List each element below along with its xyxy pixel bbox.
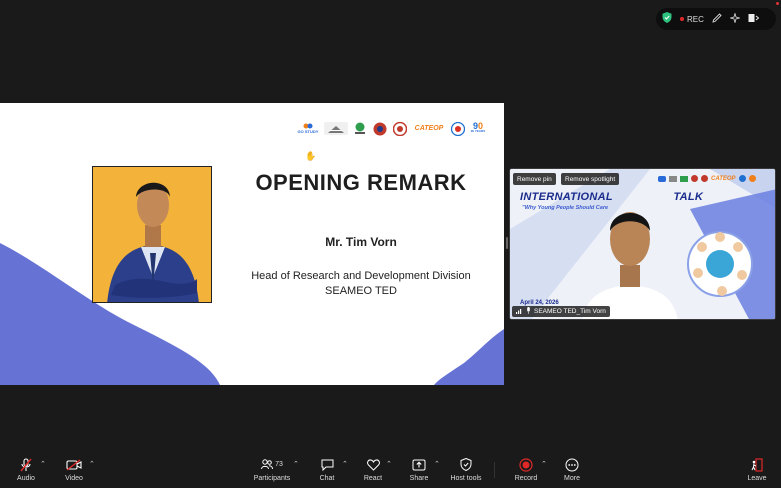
speaker-organization: SEAMEO TED xyxy=(325,285,397,297)
chat-button[interactable]: Chat xyxy=(307,457,347,482)
heart-icon xyxy=(364,457,382,472)
recording-dot-icon xyxy=(680,17,684,21)
share-label: Share xyxy=(409,475,429,482)
banner-logo-icon xyxy=(658,175,666,182)
participants-count: 73 xyxy=(275,461,283,468)
camera-off-icon xyxy=(65,457,83,472)
split-view-resize-handle[interactable] xyxy=(506,237,508,249)
ai-companion-sparkle-icon[interactable] xyxy=(728,10,741,28)
microphone-muted-icon xyxy=(17,457,35,472)
unesco-logo xyxy=(324,122,348,135)
participants-options-chevron-icon[interactable]: ⌃ xyxy=(293,460,299,468)
audio-options-chevron-icon[interactable]: ⌃ xyxy=(40,460,46,468)
participant-video-tile[interactable]: INTERNATIONAL TALK "Why Young People Sho… xyxy=(509,168,776,320)
remove-pin-button[interactable]: Remove pin xyxy=(513,173,556,185)
speaker-role: Head of Research and Development Divisio… xyxy=(236,269,486,299)
partner-logo-blue xyxy=(450,121,466,136)
security-shield-icon[interactable] xyxy=(662,10,672,28)
partner-logos: GO STUDY CATEOP 90 90 YEARS xyxy=(296,120,486,136)
cateop-logo: CATEOP xyxy=(414,125,444,132)
chat-bubble-icon xyxy=(318,457,336,472)
participants-icon: 73 xyxy=(256,457,288,472)
leave-button[interactable]: Leave xyxy=(737,457,777,482)
chat-options-chevron-icon[interactable]: ⌃ xyxy=(342,460,348,468)
annotate-pencil-icon[interactable] xyxy=(712,10,722,28)
banner-logo-icon xyxy=(669,175,677,182)
share-button[interactable]: Share xyxy=(399,457,439,482)
recording-indicator[interactable]: REC xyxy=(680,15,704,24)
slide-decoration-corner xyxy=(434,329,504,385)
slide-title: OPENING REMARK xyxy=(255,170,467,195)
partner-logo-red xyxy=(392,121,408,136)
banner-cateop-logo: CATEOP xyxy=(711,175,736,182)
meeting-window: REC GO STUDY CATEOP 90 90 YEARS ✋ OPENIN… xyxy=(0,0,781,488)
partner-logo-gear xyxy=(372,122,388,135)
participant-name-tag: SEAMEO TED_Tim Vorn xyxy=(512,306,610,317)
remove-spotlight-button[interactable]: Remove spotlight xyxy=(561,173,620,185)
video-options-chevron-icon[interactable]: ⌃ xyxy=(89,460,95,468)
banner-subtitle: "Why Young People Should Care xyxy=(522,205,609,211)
banner-logo-icon xyxy=(748,175,756,182)
banner-title-left: INTERNATIONAL xyxy=(520,191,613,203)
meeting-toolbar: Audio ⌃ Video ⌃ 73 Participants ⌃ Chat ⌃… xyxy=(0,452,781,488)
host-tools-button[interactable]: Host tools xyxy=(446,457,486,482)
participants-button[interactable]: 73 Participants xyxy=(251,457,293,482)
video-label: Video xyxy=(65,475,83,482)
signal-strength-icon xyxy=(516,308,523,316)
video-button[interactable]: Video xyxy=(54,457,94,482)
meeting-status-bar: REC xyxy=(656,8,776,30)
leave-label: Leave xyxy=(747,475,767,482)
speaker-name: Mr. Tim Vorn xyxy=(325,235,397,249)
view-layout-icon[interactable] xyxy=(748,10,760,28)
more-label: More xyxy=(564,475,580,482)
speaker-role-line: Head of Research and Development Divisio… xyxy=(251,270,471,282)
banner-logos: CATEOP xyxy=(658,175,756,182)
participant-name: SEAMEO TED_Tim Vorn xyxy=(534,308,606,315)
banner-logo-icon xyxy=(701,175,708,182)
banner-title-right: TALK xyxy=(673,191,704,203)
record-label: Record xyxy=(514,475,538,482)
share-options-chevron-icon[interactable]: ⌃ xyxy=(434,460,440,468)
react-options-chevron-icon[interactable]: ⌃ xyxy=(386,460,392,468)
record-icon xyxy=(517,457,535,472)
share-screen-icon xyxy=(410,457,428,472)
host-tools-shield-icon xyxy=(457,457,475,472)
host-tools-label: Host tools xyxy=(450,475,482,482)
toolbar-divider xyxy=(494,462,495,478)
banner-logo-icon xyxy=(680,175,688,182)
mouse-pointer-icon: ✋ xyxy=(305,151,317,161)
react-label: React xyxy=(363,475,383,482)
record-button[interactable]: Record xyxy=(506,457,546,482)
audio-label: Audio xyxy=(17,475,35,482)
more-ellipsis-icon xyxy=(563,457,581,472)
more-button[interactable]: More xyxy=(552,457,592,482)
notification-dot-icon xyxy=(776,2,779,5)
microphone-icon xyxy=(526,307,531,316)
banner-logo-icon xyxy=(691,175,698,182)
recording-label: REC xyxy=(687,14,704,24)
go-study-logo: GO STUDY xyxy=(296,122,320,135)
shared-screen-slide: GO STUDY CATEOP 90 90 YEARS ✋ OPENING RE… xyxy=(0,103,504,385)
participants-label: Participants xyxy=(253,475,291,482)
ninety-years-logo: 90 90 YEARS xyxy=(470,120,486,133)
chat-label: Chat xyxy=(319,475,335,482)
banner-title: INTERNATIONAL TALK xyxy=(520,191,703,203)
partner-logo-green xyxy=(352,122,368,135)
banner-logo-icon xyxy=(738,175,746,182)
leave-door-icon xyxy=(748,457,766,472)
record-options-chevron-icon[interactable]: ⌃ xyxy=(541,460,547,468)
speaker-photo xyxy=(92,166,212,303)
